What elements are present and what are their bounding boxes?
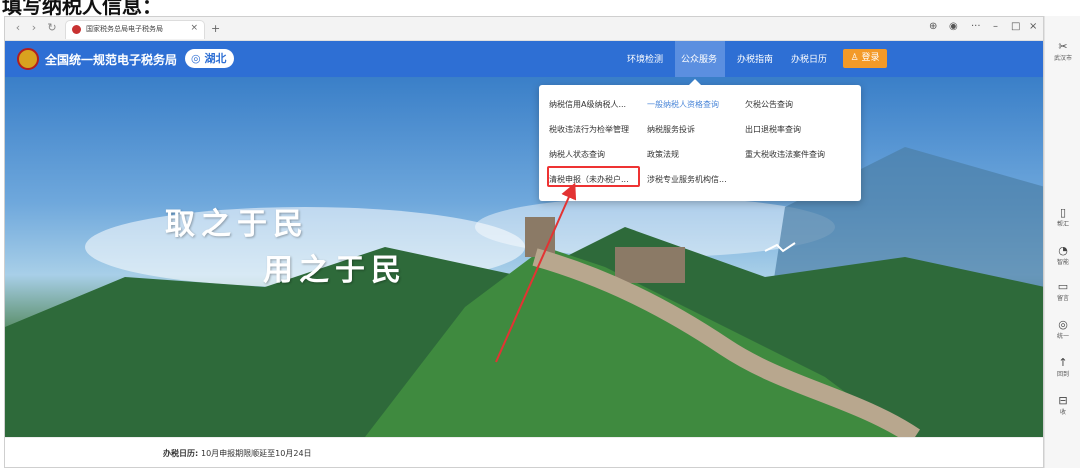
tutorial-caption: 填写纳税人信息： [0, 0, 1080, 16]
side-item-unified[interactable]: ◎ 统一 [1045, 318, 1080, 340]
tax-emblem-icon [17, 48, 39, 70]
slogan-line-2: 用之于民 [263, 253, 407, 288]
login-label: 登录 [861, 53, 880, 63]
browser-side-panel: ✂ 武汉市 ▯ 帮汇 ◔ 智能 ▭ 留言 ◎ 统一 ↑ 回到 ⊟ 收 [1044, 16, 1080, 468]
tab-close-icon[interactable]: × [190, 23, 198, 33]
menu-item-major-violation-cases[interactable]: 重大税收违法案件查询 [745, 149, 825, 160]
site-title[interactable]: 全国统一规范电子税务局 [45, 51, 177, 68]
highlight-box [547, 166, 640, 187]
menu-item-export-rebate-rate[interactable]: 出口退税率查询 [745, 124, 801, 135]
login-button[interactable]: ♙ 登录 [843, 49, 887, 68]
region-selector[interactable]: ◎ 湖北 [185, 49, 235, 68]
nav-public-services[interactable]: 公众服务 [681, 52, 717, 65]
browser-window: ‹ › ↻ 国家税务总局电子税务局 × + ⊕ ◉ ··· – □ × 全国统一… [4, 16, 1044, 468]
seal-icon: ◎ [1058, 318, 1068, 331]
side-item-back-top[interactable]: ↑ 回到 [1045, 356, 1080, 378]
browser-tab-bar: ‹ › ↻ 国家税务总局电子税务局 × + ⊕ ◉ ··· – □ × [5, 17, 1043, 41]
forward-icon[interactable]: › [27, 21, 41, 34]
site-header: 全国统一规范电子税务局 ◎ 湖北 环境检测 公众服务 办税指南 办税日历 ♙ 登… [5, 41, 1043, 77]
caption-text: 填写纳税人信息： [2, 0, 162, 16]
close-window-icon[interactable]: × [1029, 21, 1037, 32]
collapse-icon: ⊟ [1058, 394, 1068, 407]
side-item-smart[interactable]: ◔ 智能 [1045, 244, 1080, 266]
region-label: 湖北 [204, 52, 227, 65]
hero-banner: 取之于民 用之于民 [5, 77, 1043, 437]
menu-item-service-complaint[interactable]: 纳税服务投诉 [647, 124, 695, 135]
side-item-location[interactable]: ✂ 武汉市 [1045, 40, 1080, 62]
tab-title: 国家税务总局电子税务局 [86, 25, 163, 33]
arrow-up-icon: ↑ [1058, 356, 1068, 369]
menu-item-general-taxpayer-query[interactable]: 一般纳税人资格查询 [647, 99, 719, 110]
menu-item-credit-a[interactable]: 纳税信用A级纳税人... [549, 99, 626, 110]
watchtower [615, 247, 685, 283]
browser-tab[interactable]: 国家税务总局电子税务局 × [65, 20, 205, 39]
menu-item-tax-agency-info[interactable]: 涉税专业服务机构信... [647, 174, 727, 185]
menu-item-tax-arrears-notice[interactable]: 欠税公告查询 [745, 99, 793, 110]
great-wall-illustration [5, 147, 1043, 437]
user-icon: ♙ [850, 53, 862, 63]
nav-env-check[interactable]: 环境检测 [627, 52, 663, 65]
new-tab-icon[interactable]: + [211, 22, 220, 35]
tax-calendar-notice[interactable]: 10月申报期限顺延至10月24日 [201, 448, 312, 459]
nav-tax-calendar[interactable]: 办税日历 [791, 52, 827, 65]
minimize-icon[interactable]: – [993, 21, 998, 32]
reload-icon[interactable]: ↻ [45, 21, 59, 34]
side-item-help[interactable]: ▯ 帮汇 [1045, 206, 1080, 228]
download-icon[interactable]: ⊕ [929, 21, 937, 32]
message-icon: ▭ [1057, 280, 1069, 293]
side-item-collapse[interactable]: ⊟ 收 [1045, 394, 1080, 416]
scissors-icon: ✂ [1058, 40, 1068, 53]
slogan-line-1: 取之于民 [165, 207, 309, 242]
nav-tax-guide[interactable]: 办税指南 [737, 52, 773, 65]
more-icon[interactable]: ··· [971, 21, 981, 32]
tax-calendar-bar: 办税日历: 10月申报期限顺延至10月24日 [5, 437, 1043, 467]
back-icon[interactable]: ‹ [11, 21, 25, 34]
side-item-message[interactable]: ▭ 留言 [1045, 280, 1080, 302]
site-favicon-icon [72, 25, 81, 34]
maximize-icon[interactable]: □ [1011, 21, 1020, 32]
menu-item-policy-regulations[interactable]: 政策法规 [647, 149, 679, 160]
menu-item-violation-report[interactable]: 税收违法行为检举管理 [549, 124, 629, 135]
help-icon: ▯ [1059, 206, 1067, 219]
bell-icon: ◔ [1058, 244, 1068, 257]
globe-icon[interactable]: ◉ [949, 21, 958, 32]
tax-calendar-label: 办税日历: [163, 449, 199, 458]
location-pin-icon: ◎ [191, 52, 205, 65]
menu-item-taxpayer-status[interactable]: 纳税人状态查询 [549, 149, 605, 160]
